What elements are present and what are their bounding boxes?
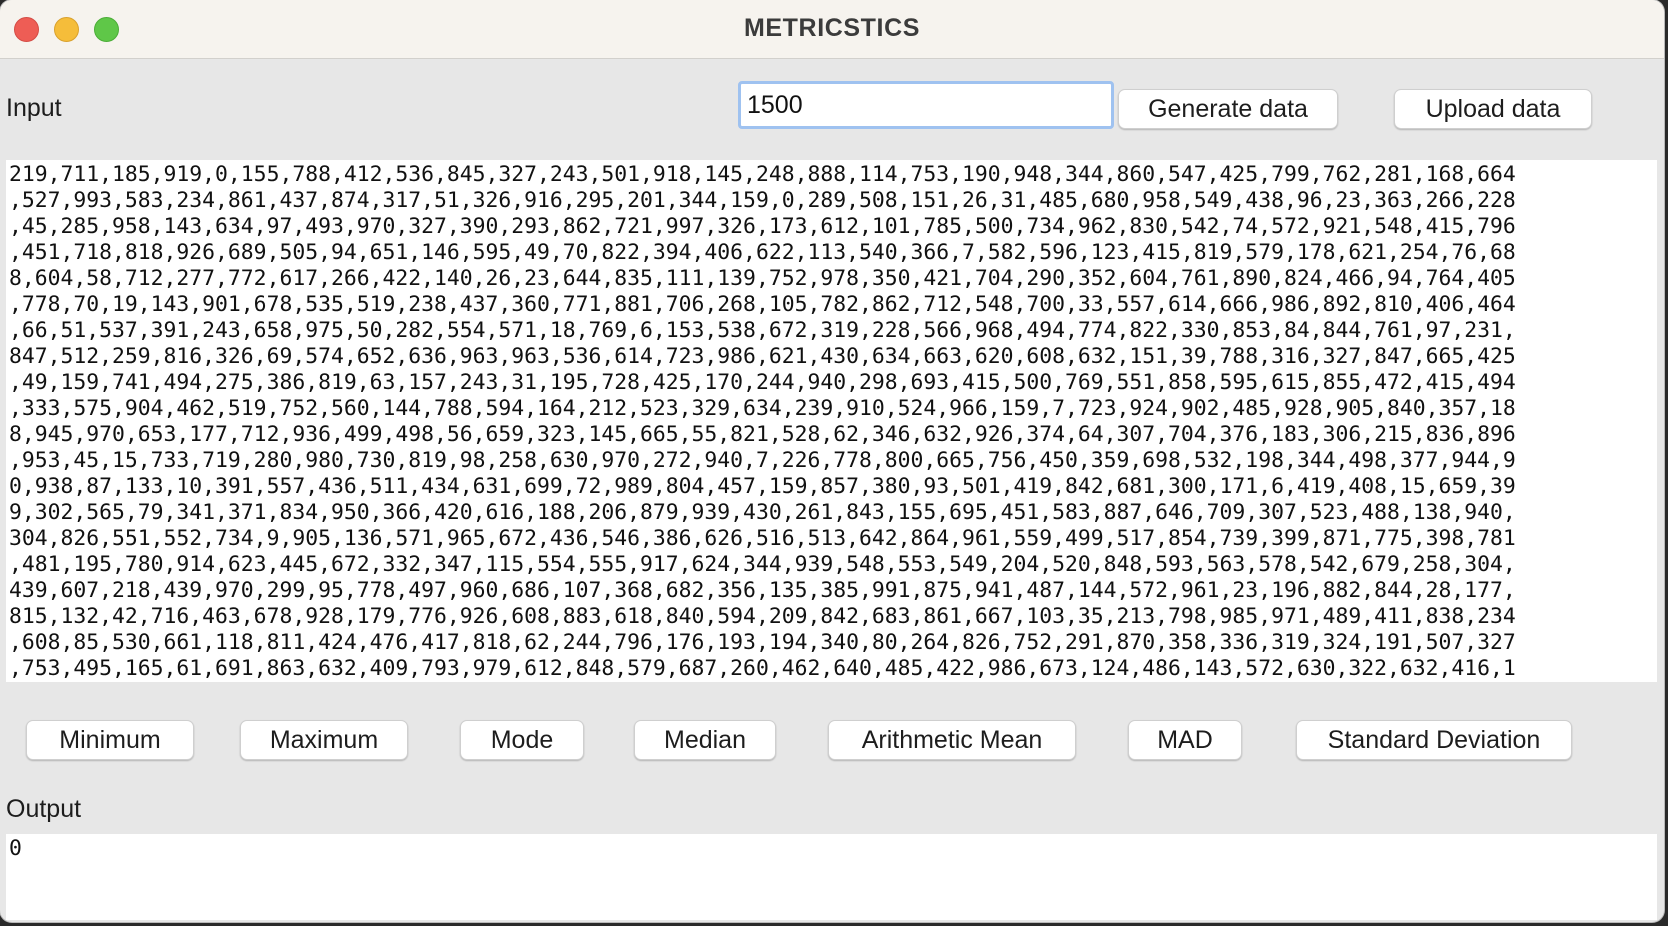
output-text-area[interactable]: 0	[6, 834, 1657, 920]
title-bar: METRICSTICS	[0, 0, 1664, 59]
data-line: ,49,159,741,494,275,386,819,63,157,243,3…	[9, 370, 1516, 395]
data-count-input[interactable]	[738, 81, 1114, 129]
data-line: 815,132,42,716,463,678,928,179,776,926,6…	[9, 604, 1516, 629]
data-line: 304,826,551,552,734,9,905,136,571,965,67…	[9, 526, 1516, 551]
data-line: 0,938,87,133,10,391,557,436,511,434,631,…	[9, 474, 1516, 499]
input-label: Input	[6, 94, 62, 122]
data-line: ,45,285,958,143,634,97,493,970,327,390,2…	[9, 214, 1516, 239]
data-line: 9,302,565,79,341,371,834,950,366,420,616…	[9, 500, 1516, 525]
window-title: METRICSTICS	[743, 14, 921, 42]
data-line: ,953,45,15,733,719,280,980,730,819,98,25…	[9, 448, 1516, 473]
data-line: ,608,85,530,661,118,811,424,476,417,818,…	[9, 630, 1516, 655]
data-line: ,527,993,583,234,861,437,874,317,51,326,…	[9, 188, 1516, 213]
data-line: ,753,495,165,61,691,863,632,409,793,979,…	[9, 656, 1516, 681]
data-line: ,333,575,904,462,519,752,560,144,788,594…	[9, 396, 1516, 421]
minimum-button[interactable]: Minimum	[26, 720, 194, 760]
standard-deviation-button[interactable]: Standard Deviation	[1296, 720, 1572, 760]
data-line: ,778,70,19,143,901,678,535,519,238,437,3…	[9, 292, 1516, 317]
data-line: ,451,718,818,926,689,505,94,651,146,595,…	[9, 240, 1516, 265]
maximum-button[interactable]: Maximum	[240, 720, 408, 760]
data-line: 8,945,970,653,177,712,936,499,498,56,659…	[9, 422, 1516, 447]
data-line: 439,607,218,439,970,299,95,778,497,960,6…	[9, 578, 1516, 603]
data-line: 8,604,58,712,277,772,617,266,422,140,26,…	[9, 266, 1516, 291]
generate-data-button[interactable]: Generate data	[1118, 89, 1338, 129]
data-line: 847,512,259,816,326,69,574,652,636,963,9…	[9, 344, 1516, 369]
app-window: METRICSTICS Input Generate data Upload d…	[0, 0, 1664, 922]
arithmetic-mean-button[interactable]: Arithmetic Mean	[828, 720, 1076, 760]
upload-data-button[interactable]: Upload data	[1394, 89, 1592, 129]
data-line: 219,711,185,919,0,155,788,412,536,845,32…	[9, 162, 1516, 187]
data-line: ,481,195,780,914,623,445,672,332,347,115…	[9, 552, 1516, 577]
data-text-area[interactable]: 219,711,185,919,0,155,788,412,536,845,32…	[6, 160, 1657, 682]
data-line: ,66,51,537,391,243,658,975,50,282,554,57…	[9, 318, 1516, 343]
median-button[interactable]: Median	[634, 720, 776, 760]
mode-button[interactable]: Mode	[460, 720, 584, 760]
mad-button[interactable]: MAD	[1128, 720, 1242, 760]
output-label: Output	[6, 795, 82, 823]
